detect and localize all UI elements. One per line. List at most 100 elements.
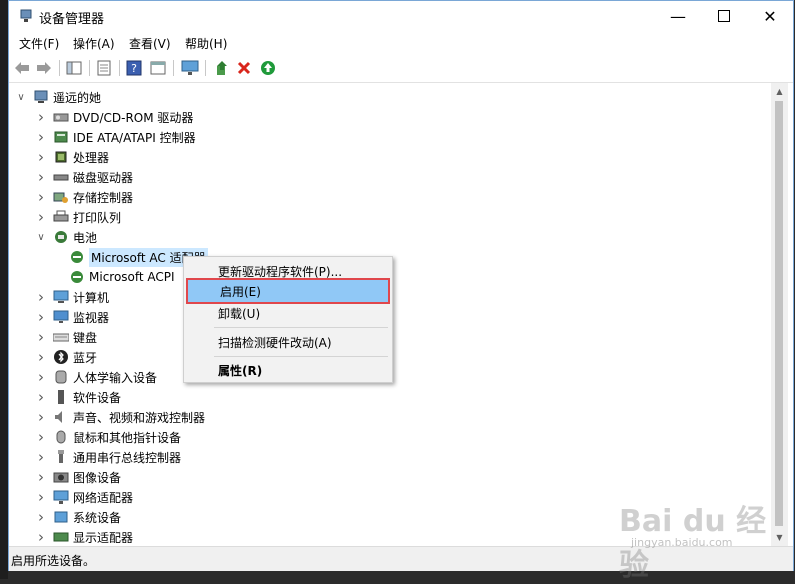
chevron-right-icon[interactable]: › [35,428,47,446]
tree-category-item[interactable]: › 存储控制器 [35,187,133,207]
battery-device-icon [69,269,85,285]
chevron-right-icon[interactable]: › [35,128,47,146]
uninstall-toolbar-button[interactable] [235,59,253,77]
chevron-right-icon[interactable]: › [35,528,47,543]
vertical-scrollbar[interactable]: ▲ ▼ [771,83,788,546]
chevron-right-icon[interactable]: › [35,388,47,406]
mouse-icon [53,429,69,445]
tree-category-item[interactable]: › 鼠标和其他指针设备 [35,427,181,447]
scroll-up-icon[interactable]: ▲ [771,83,788,100]
disk-drive-icon [53,169,69,185]
chevron-right-icon[interactable]: › [35,448,47,466]
tree-category-item[interactable]: › 网络适配器 [35,487,133,507]
tree-category-item[interactable]: › 监视器 [35,307,109,327]
chevron-right-icon[interactable]: › [35,348,47,366]
console-tree-icon [66,61,82,75]
chevron-down-icon[interactable]: ∨ [35,231,47,243]
usb-icon [53,449,69,465]
context-menu: 更新驱动程序软件(P)... 启用(E) 卸载(U) 扫描检测硬件改动(A) 属… [183,256,393,383]
chevron-right-icon[interactable]: › [35,108,47,126]
tree-item-label: 软件设备 [73,390,122,405]
tree-category-item[interactable]: › 打印队列 [35,207,121,227]
dvd-drive-icon [53,109,69,125]
tree-child-item[interactable]: Microsoft ACPI [53,267,175,287]
chevron-right-icon[interactable]: › [35,468,47,486]
tree-item-label: 打印队列 [73,210,122,225]
bluetooth-icon [53,349,69,365]
tree-item-label: 存储控制器 [73,190,134,205]
view-pane-icon [150,61,166,75]
enable-toolbar-button[interactable] [259,59,277,77]
chevron-right-icon[interactable]: › [35,308,47,326]
processor-icon [53,149,69,165]
back-button[interactable] [13,59,31,77]
chevron-right-icon[interactable]: › [35,368,47,386]
tree-item-label: 处理器 [73,150,110,165]
tree-item-label: 计算机 [73,290,110,305]
view-toolbar-button[interactable] [149,59,167,77]
tree-category-item[interactable]: › 显示适配器 [35,527,133,543]
tree-category-item[interactable]: › DVD/CD-ROM 驱动器 [35,107,193,127]
scan-hardware-toolbar-button[interactable] [181,59,199,77]
menu-help[interactable]: 帮助(H) [185,35,227,52]
maximize-button[interactable] [701,1,747,31]
tree-category-item[interactable]: › 声音、视频和游戏控制器 [35,407,205,427]
chevron-right-icon[interactable]: › [35,148,47,166]
tree-category-item[interactable]: › IDE ATA/ATAPI 控制器 [35,127,196,147]
context-uninstall[interactable]: 卸载(U) [186,302,390,324]
tree-category-item[interactable]: › 人体学输入设备 [35,367,157,387]
scrollbar-thumb[interactable] [775,101,783,526]
help-icon: ? [126,60,142,76]
chevron-down-icon[interactable]: ∨ [15,91,27,103]
chevron-right-icon[interactable]: › [35,408,47,426]
toolbar-separator [205,60,206,76]
context-scan-hardware[interactable]: 扫描检测硬件改动(A) [186,331,390,353]
chevron-right-icon[interactable]: › [35,508,47,526]
tree-category-item[interactable]: › 图像设备 [35,467,121,487]
device-manager-icon [20,9,32,22]
chevron-right-icon[interactable]: › [35,188,47,206]
tree-category-item[interactable]: ∨ 电池 [35,227,97,247]
context-properties[interactable]: 属性(R) [186,359,390,381]
toolbar-separator [173,60,174,76]
show-hide-console-tree-button[interactable] [65,59,83,77]
tree-item-label: 人体学输入设备 [73,370,158,385]
tree-category-item[interactable]: › 系统设备 [35,507,121,527]
tree-item-label: DVD/CD-ROM 驱动器 [73,110,194,125]
close-icon: ✕ [763,6,777,26]
minimize-button[interactable]: — [655,1,701,31]
menu-file[interactable]: 文件(F) [19,35,59,52]
ide-controller-icon [53,129,69,145]
menu-action[interactable]: 操作(A) [73,35,115,52]
close-button[interactable]: ✕ [747,1,793,31]
chevron-right-icon[interactable]: › [35,288,47,306]
chevron-right-icon[interactable]: › [35,488,47,506]
battery-device-icon [69,249,85,265]
forward-button[interactable] [35,59,53,77]
help-toolbar-button[interactable]: ? [125,59,143,77]
tree-root[interactable]: ∨ 遥远的她 [15,87,101,107]
properties-toolbar-button[interactable] [95,59,113,77]
context-update-driver-label: 更新驱动程序软件(P)... [218,264,343,279]
update-driver-toolbar-button[interactable] [213,59,231,77]
tree-category-item[interactable]: › 蓝牙 [35,347,97,367]
hid-icon [53,369,69,385]
tree-category-item[interactable]: › 计算机 [35,287,109,307]
tree-item-label: 网络适配器 [73,490,134,505]
context-enable[interactable]: 启用(E) [186,278,390,304]
tree-category-item[interactable]: › 磁盘驱动器 [35,167,133,187]
menu-view[interactable]: 查看(V) [129,35,171,52]
tree-category-item[interactable]: › 处理器 [35,147,109,167]
tree-category-item[interactable]: › 键盘 [35,327,97,347]
monitor-scan-icon [181,60,199,75]
tree-item-label: 鼠标和其他指针设备 [73,430,182,445]
camera-icon [53,469,69,485]
chevron-right-icon[interactable]: › [35,208,47,226]
tree-item-label: 磁盘驱动器 [73,170,134,185]
chevron-right-icon[interactable]: › [35,168,47,186]
tree-category-item[interactable]: › 软件设备 [35,387,121,407]
tree-root-label: 遥远的她 [53,90,102,105]
chevron-right-icon[interactable]: › [35,328,47,346]
computer-root-icon [33,89,49,105]
tree-category-item[interactable]: › 通用串行总线控制器 [35,447,181,467]
